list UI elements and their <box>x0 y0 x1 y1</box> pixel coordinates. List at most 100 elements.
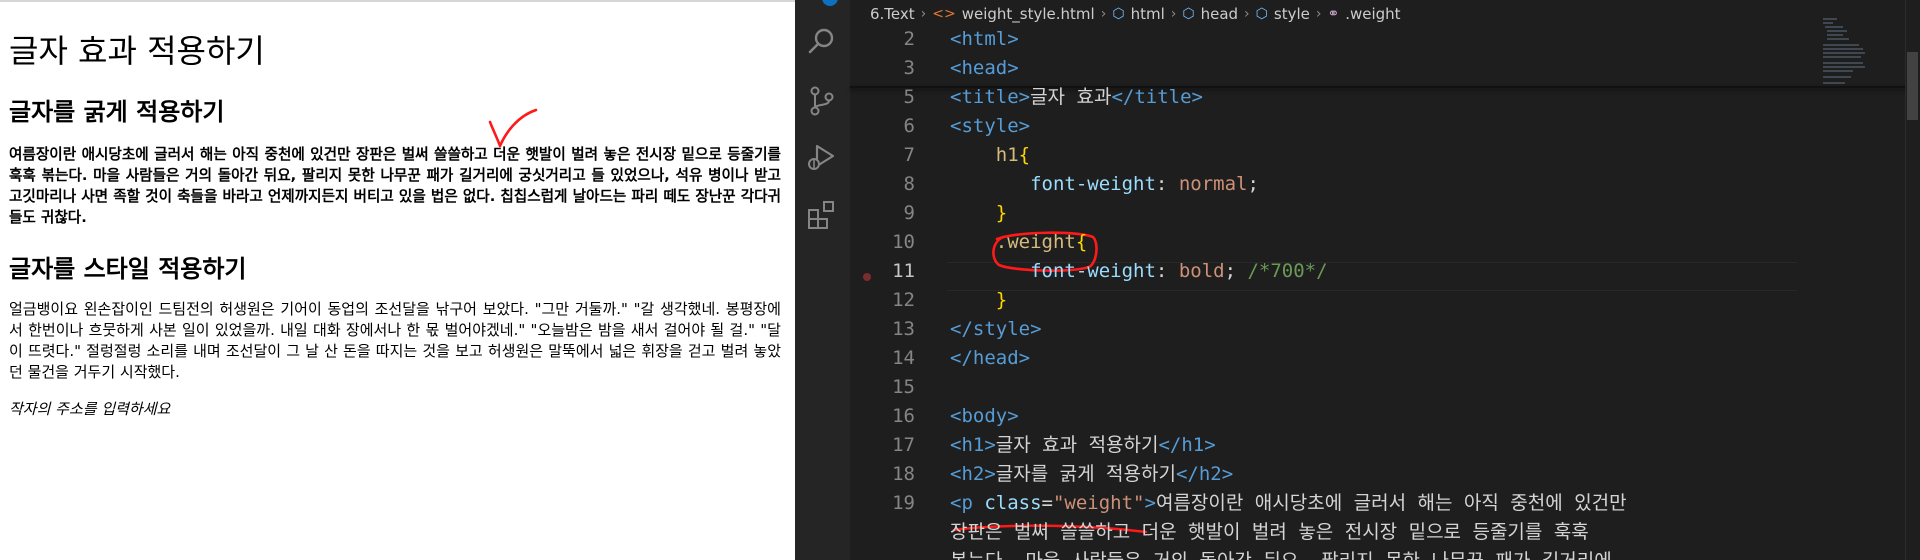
code-token: : <box>1155 173 1179 195</box>
code-line[interactable]: </style> <box>950 315 1042 344</box>
chevron-right-icon: › <box>1315 6 1322 22</box>
code-token: class <box>984 492 1042 514</box>
code-line[interactable]: <head> <box>950 54 1019 83</box>
code-token: normal <box>1178 173 1248 195</box>
code-token: <p <box>950 492 985 514</box>
code-token: </title> <box>1111 86 1203 108</box>
code-token: font-weight <box>1030 260 1156 282</box>
code-token: <h1> <box>950 434 996 456</box>
code-line[interactable]: } <box>950 286 1007 315</box>
code-token: : <box>1155 260 1179 282</box>
code-line[interactable]: .weight{ <box>950 228 1088 257</box>
code-token: bold <box>1178 260 1225 282</box>
code-token: <html> <box>950 28 1019 50</box>
code-line[interactable]: 볶는다. 마을 사람들은 거의 돌아간 뒤요, 팔리지 못한 나무꾼 패가 길거… <box>950 547 1612 560</box>
paragraph-bold: 여름장이란 애시당초에 글러서 해는 아직 중천에 있건만 장판은 벌써 쓸쓸하… <box>9 146 781 226</box>
breadcrumb: 6.Text › <> weight_style.html › ⬡ html ›… <box>870 0 1401 28</box>
code-editor: 6.Text › <> weight_style.html › ⬡ html ›… <box>795 0 1920 560</box>
code-line[interactable]: 장판은 벌써 쓸쓸하고 더운 햇발이 벌려 놓은 전시장 밑으로 등줄기를 훅훅 <box>950 518 1589 547</box>
red-check-annotation <box>488 108 538 148</box>
code-line[interactable]: h1{ <box>950 141 1030 170</box>
chevron-right-icon: › <box>1100 6 1107 22</box>
code-token: </style> <box>950 318 1042 340</box>
code-line[interactable]: font-weight: normal; <box>950 170 1259 199</box>
line-number: 8 <box>903 173 915 195</box>
code-token: { <box>1018 144 1031 166</box>
line-number: 14 <box>892 347 915 369</box>
css-rule-icon: ⚭ <box>1327 6 1340 22</box>
breadcrumb-file[interactable]: weight_style.html <box>962 5 1095 23</box>
code-token: <body> <box>950 405 1019 427</box>
code-line[interactable]: <style> <box>950 112 1030 141</box>
breadcrumb-head[interactable]: head <box>1201 5 1238 23</box>
line-number: 2 <box>903 28 915 50</box>
line-number: 9 <box>903 202 915 224</box>
paragraph-style: 얼금뱅이요 왼손잡이인 드팀전의 허생원은 기어이 동업의 조선달을 낚구어 보… <box>9 300 781 381</box>
run-debug-icon[interactable] <box>805 140 839 174</box>
line-number: 10 <box>892 231 915 253</box>
breadcrumb-weight[interactable]: .weight <box>1345 5 1400 23</box>
element-cube-icon: ⬡ <box>1255 6 1268 22</box>
element-cube-icon: ⬡ <box>1182 6 1195 22</box>
address-text: 작자의 주소를 입력하세요 <box>9 400 171 418</box>
code-token: h1 <box>995 144 1019 166</box>
code-token: 글자 효과 <box>1030 86 1112 108</box>
code-line[interactable]: <title>글자 효과</title> <box>950 83 1203 112</box>
code-token: ; <box>1247 173 1259 195</box>
source-control-icon[interactable] <box>805 84 839 118</box>
line-number: 16 <box>892 405 915 427</box>
code-token: 여름장이란 애시당초에 글러서 해는 아직 중천에 있건만 <box>1155 492 1627 514</box>
notification-badge <box>822 0 838 6</box>
code-token: 글자 효과 적용하기 <box>995 434 1159 456</box>
browser-preview: 글자 효과 적용하기 글자를 굵게 적용하기 여름장이란 애시당초에 글러서 해… <box>0 0 795 560</box>
breadcrumb-folder[interactable]: 6.Text <box>870 5 915 23</box>
page-heading-h1: 글자 효과 적용하기 <box>9 32 265 70</box>
chevron-right-icon: › <box>920 6 927 22</box>
code-token: } <box>995 202 1008 224</box>
code-line[interactable]: <h2>글자를 굵게 적용하기</h2> <box>950 460 1233 489</box>
code-line[interactable]: } <box>950 199 1007 228</box>
html-file-icon: <> <box>932 6 956 22</box>
line-number: 13 <box>892 318 915 340</box>
code-token: "weight" <box>1052 492 1145 514</box>
code-token: <title> <box>950 86 1031 108</box>
breadcrumb-html[interactable]: html <box>1131 5 1165 23</box>
line-number: 5 <box>903 86 915 108</box>
minimap[interactable] <box>1823 18 1905 98</box>
line-number: 15 <box>892 376 915 398</box>
search-icon[interactable] <box>805 24 839 58</box>
code-token: > <box>1144 492 1156 514</box>
code-token: = <box>1041 492 1053 514</box>
line-number: 3 <box>903 57 915 79</box>
code-token: 장판은 벌써 쓸쓸하고 더운 햇발이 벌려 놓은 전시장 밑으로 등줄기를 훅훅 <box>950 521 1589 543</box>
line-number: 6 <box>903 115 915 137</box>
scrollbar-thumb[interactable] <box>1907 52 1918 120</box>
code-token: 글자를 굵게 적용하기 <box>995 463 1176 485</box>
chevron-right-icon: › <box>1170 6 1177 22</box>
code-token: 볶는다. 마을 사람들은 거의 돌아간 뒤요, 팔리지 못한 나무꾼 패가 길거… <box>950 550 1612 560</box>
code-token: font-weight <box>1030 173 1156 195</box>
line-number: 11 <box>892 260 915 282</box>
code-token: <h2> <box>950 463 996 485</box>
code-line[interactable]: font-weight: bold; /*700*/ <box>950 257 1328 286</box>
code-token: <head> <box>950 57 1019 79</box>
code-line[interactable]: <html> <box>950 25 1019 54</box>
code-line[interactable]: </head> <box>950 344 1030 373</box>
code-token: } <box>995 289 1008 311</box>
breadcrumb-style[interactable]: style <box>1274 5 1310 23</box>
code-line[interactable]: <p class="weight">여름장이란 애시당초에 글러서 해는 아직 … <box>950 489 1627 518</box>
code-token: { <box>1075 231 1088 253</box>
heading-style-section: 글자를 스타일 적용하기 <box>9 255 247 283</box>
code-line[interactable]: <h1>글자 효과 적용하기</h1> <box>950 431 1216 460</box>
code-token: <style> <box>950 115 1031 137</box>
code-line[interactable]: <body> <box>950 402 1019 431</box>
code-token: /*700*/ <box>1247 260 1328 282</box>
line-number: 19 <box>892 492 915 514</box>
extensions-icon[interactable] <box>805 198 839 232</box>
